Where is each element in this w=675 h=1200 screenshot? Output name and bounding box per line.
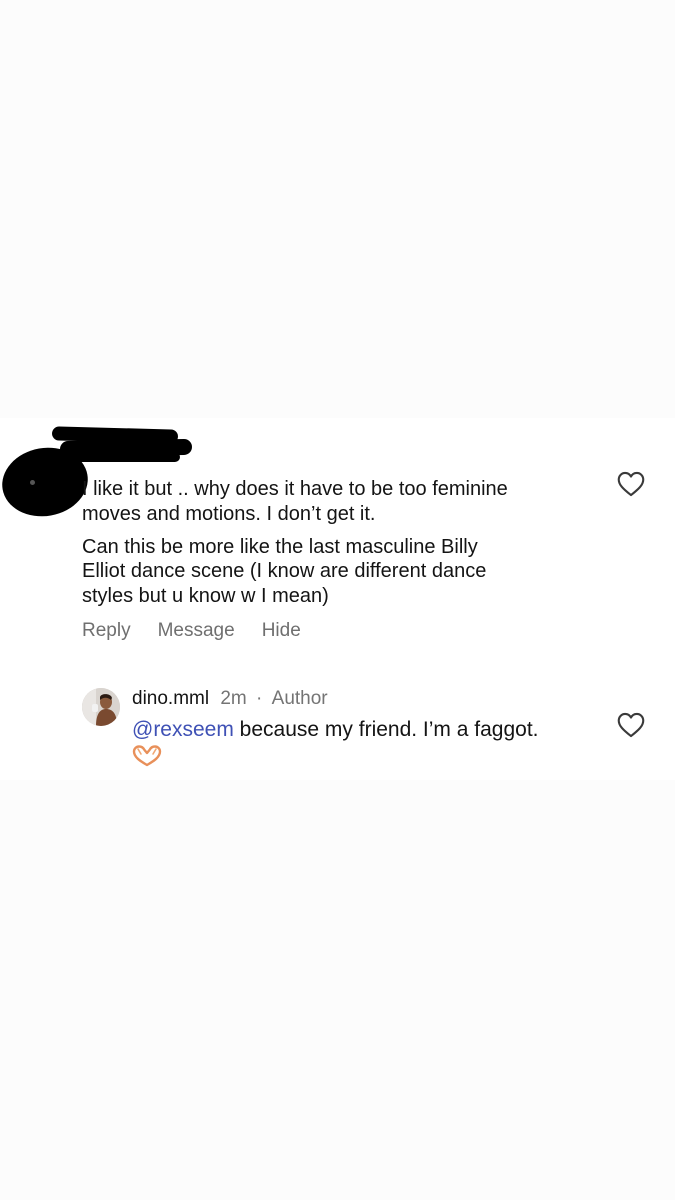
comment-actions: Reply Message Hide <box>82 620 328 642</box>
reply-button[interactable]: Reply <box>82 620 131 642</box>
reply-header: dino.mml 2m · Author <box>132 688 328 710</box>
comment-text-line: styles but u know w I mean) <box>82 585 329 607</box>
comment-text-line: Can this be more like the last masculine… <box>82 536 478 558</box>
heart-hands-emoji-icon <box>132 745 162 767</box>
empty-area-top <box>0 0 675 418</box>
avatar[interactable] <box>82 688 120 726</box>
empty-area-bottom <box>0 780 675 1200</box>
separator: · <box>256 688 263 709</box>
message-button[interactable]: Message <box>158 620 235 642</box>
comment-text-line: I like it but .. why does it have to be … <box>82 478 508 500</box>
timestamp: 2m <box>220 688 247 709</box>
author-badge: Author <box>271 688 328 709</box>
reply-text: @rexseem because my friend. I’m a faggot… <box>132 717 602 743</box>
hide-button[interactable]: Hide <box>262 620 301 642</box>
comment-text-line: moves and motions. I don’t get it. <box>82 503 376 525</box>
redaction-scribble <box>70 452 180 462</box>
like-heart-icon[interactable] <box>617 712 645 738</box>
profile-photo <box>82 688 120 726</box>
reply-body: because my friend. I’m a faggot. <box>233 718 539 741</box>
avatar-remnant <box>30 480 35 485</box>
username[interactable]: dino.mml <box>132 688 209 709</box>
comment-text-line: Elliot dance scene (I know are different… <box>82 560 487 582</box>
mention-link[interactable]: @rexseem <box>132 718 234 741</box>
like-heart-icon[interactable] <box>617 471 645 497</box>
